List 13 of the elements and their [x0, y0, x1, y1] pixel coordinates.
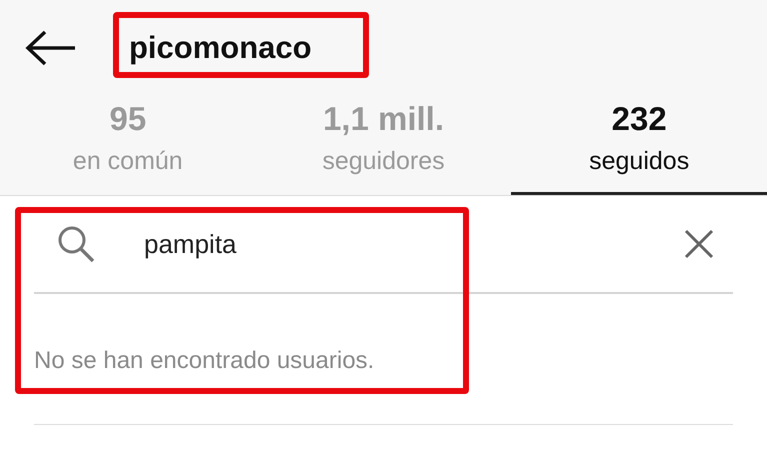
empty-message: No se han encontrado usuarios. [34, 347, 374, 375]
tab-label: seguidores [322, 146, 445, 177]
stats-tab[interactable]: 232 seguidos [511, 95, 767, 195]
tab-label: seguidos [589, 146, 690, 177]
clear-button[interactable] [683, 228, 715, 260]
search-field[interactable]: pampita [144, 228, 683, 260]
tab-label: en común [72, 146, 183, 177]
tab-count: 232 [612, 99, 667, 139]
back-arrow-icon[interactable] [25, 30, 77, 66]
tab-count: 95 [109, 99, 146, 139]
username-title: picomonaco [129, 30, 312, 66]
tab-count: 1,1 mill. [322, 99, 444, 139]
search-icon [56, 224, 96, 264]
